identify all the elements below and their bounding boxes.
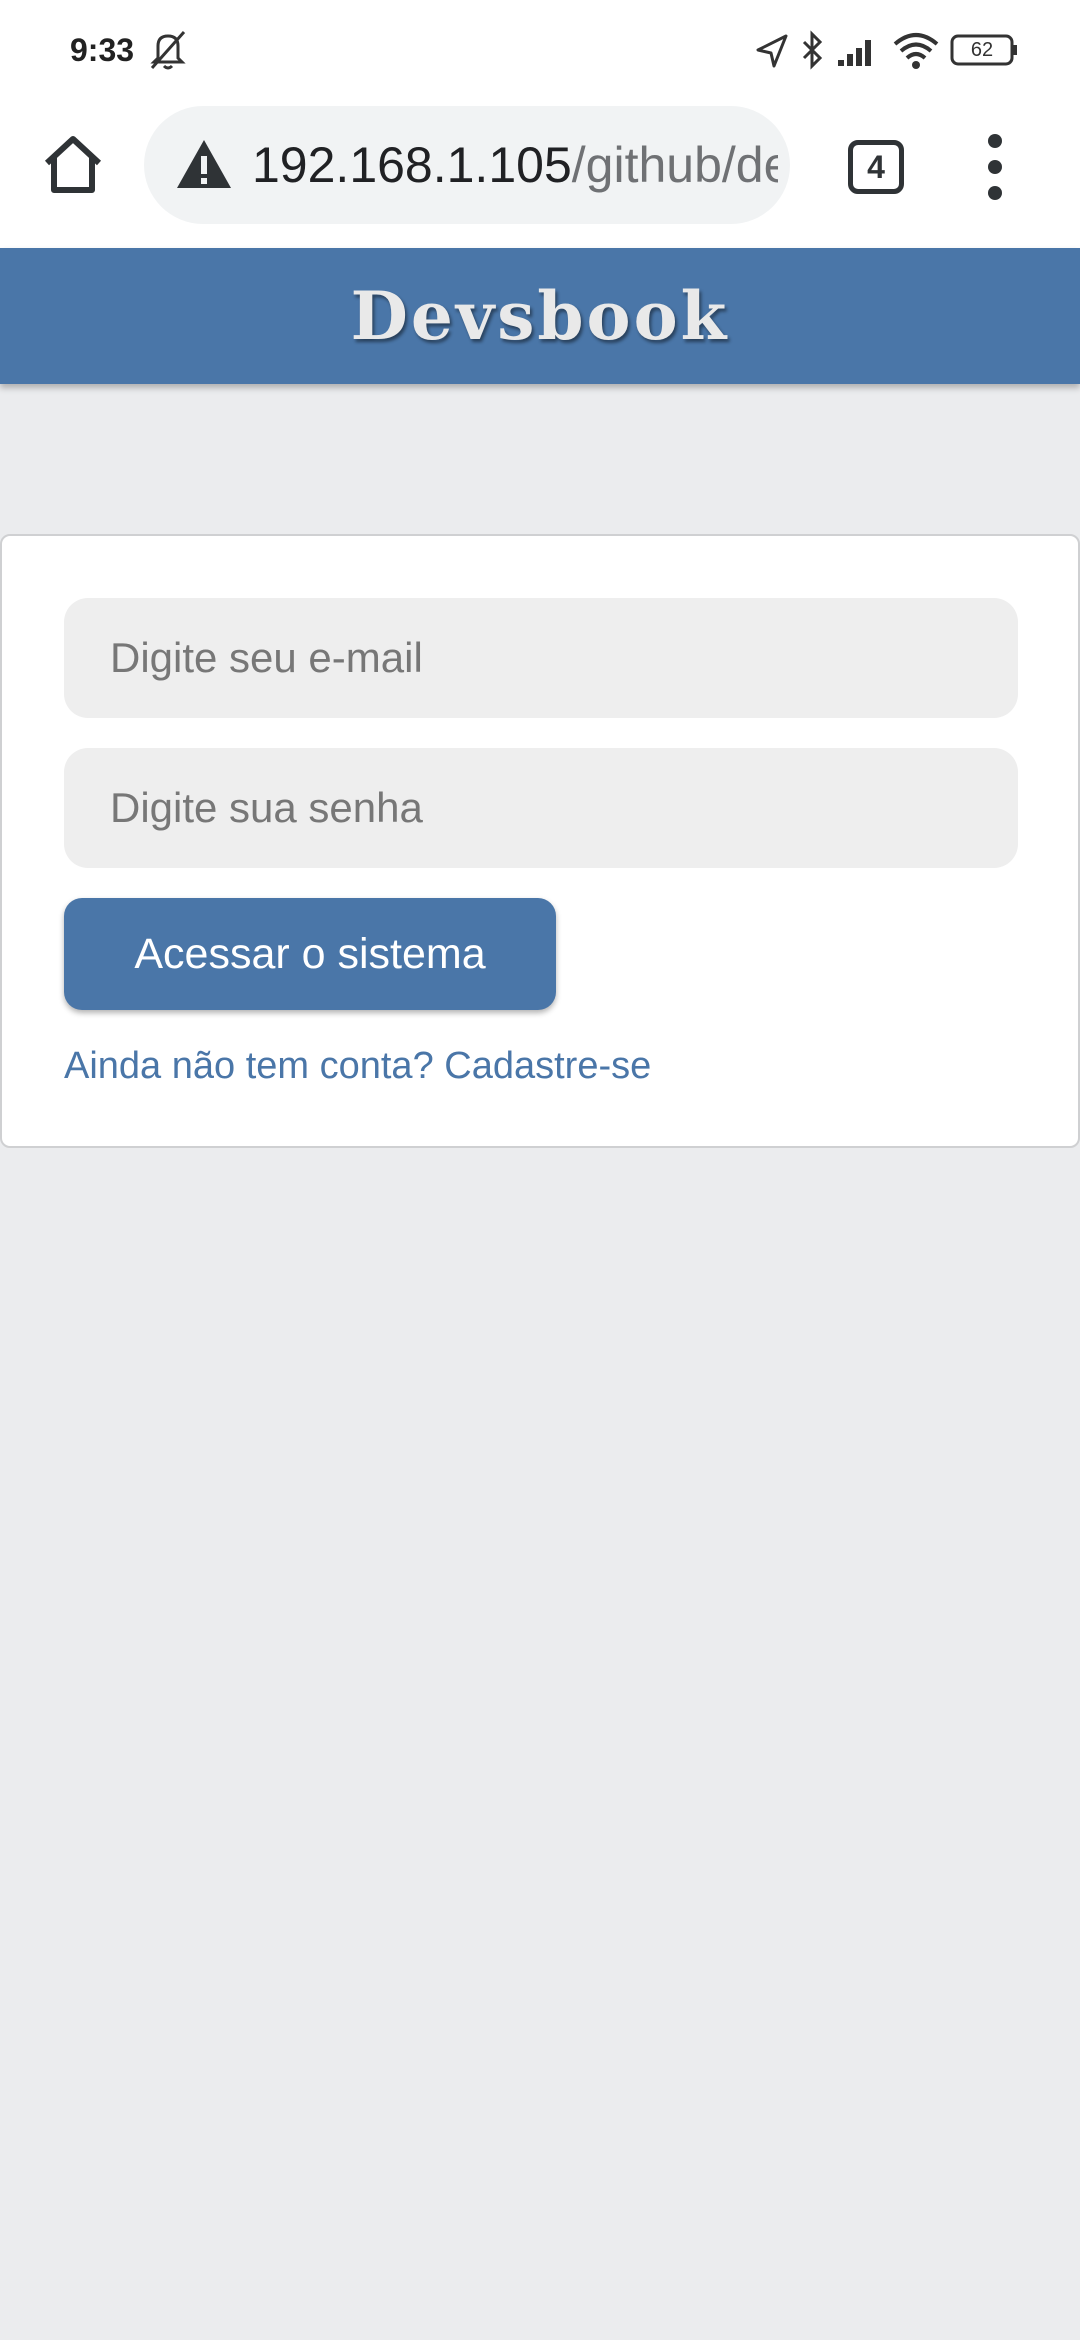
address-bar[interactable]: 192.168.1.105/github/de	[144, 106, 790, 224]
tab-count: 4	[867, 149, 885, 185]
browser-toolbar: 192.168.1.105/github/de 4	[0, 100, 1080, 248]
menu-icon[interactable]	[970, 134, 1020, 200]
url-host: 192.168.1.105	[252, 137, 572, 193]
app-title: Devsbook	[350, 277, 730, 355]
home-button[interactable]	[38, 130, 108, 200]
warning-icon	[177, 140, 231, 188]
password-input[interactable]	[64, 748, 1018, 868]
app-header: Devsbook	[0, 248, 1080, 384]
login-button[interactable]: Acessar o sistema	[64, 898, 556, 1010]
tabs-button[interactable]: 4	[848, 140, 904, 194]
battery-level: 62	[970, 39, 994, 61]
wifi-icon	[892, 28, 940, 72]
signup-link[interactable]: Ainda não tem conta? Cadastre-se	[64, 1042, 651, 1090]
mute-bell-icon	[148, 28, 188, 72]
location-arrow-icon	[754, 28, 790, 72]
bluetooth-icon	[798, 28, 828, 72]
email-input[interactable]	[64, 598, 1018, 718]
login-form: Acessar o sistema Ainda não tem conta? C…	[0, 534, 1080, 1148]
status-time: 9:33	[70, 32, 135, 68]
home-icon	[44, 136, 102, 193]
signal-icon	[836, 28, 878, 72]
url-path: /github/de	[571, 137, 778, 193]
status-bar: 9:33 62	[0, 0, 1080, 100]
url-text: 192.168.1.105/github/de	[252, 136, 778, 194]
